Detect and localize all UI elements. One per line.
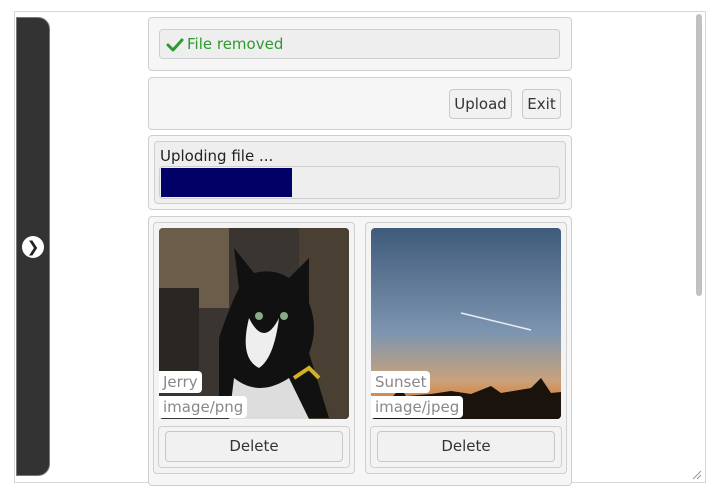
file-name: Jerry [159, 371, 202, 393]
file-name: Sunset [371, 371, 431, 393]
file-type: image/jpeg [371, 396, 464, 418]
progress-bar-fill [161, 168, 292, 197]
upload-status-label: Uploding file ... [160, 147, 274, 165]
upload-button[interactable]: Upload [449, 89, 512, 119]
check-icon [166, 38, 184, 52]
file-type: image/png [159, 396, 248, 418]
resize-grip-icon[interactable] [690, 468, 702, 480]
chevron-right-icon[interactable]: ❯ [22, 236, 44, 258]
delete-button[interactable]: Delete [377, 431, 555, 462]
status-message: File removed [187, 35, 284, 53]
scrollbar-thumb[interactable] [696, 14, 702, 296]
exit-button[interactable]: Exit [522, 89, 561, 119]
delete-button[interactable]: Delete [165, 431, 343, 462]
